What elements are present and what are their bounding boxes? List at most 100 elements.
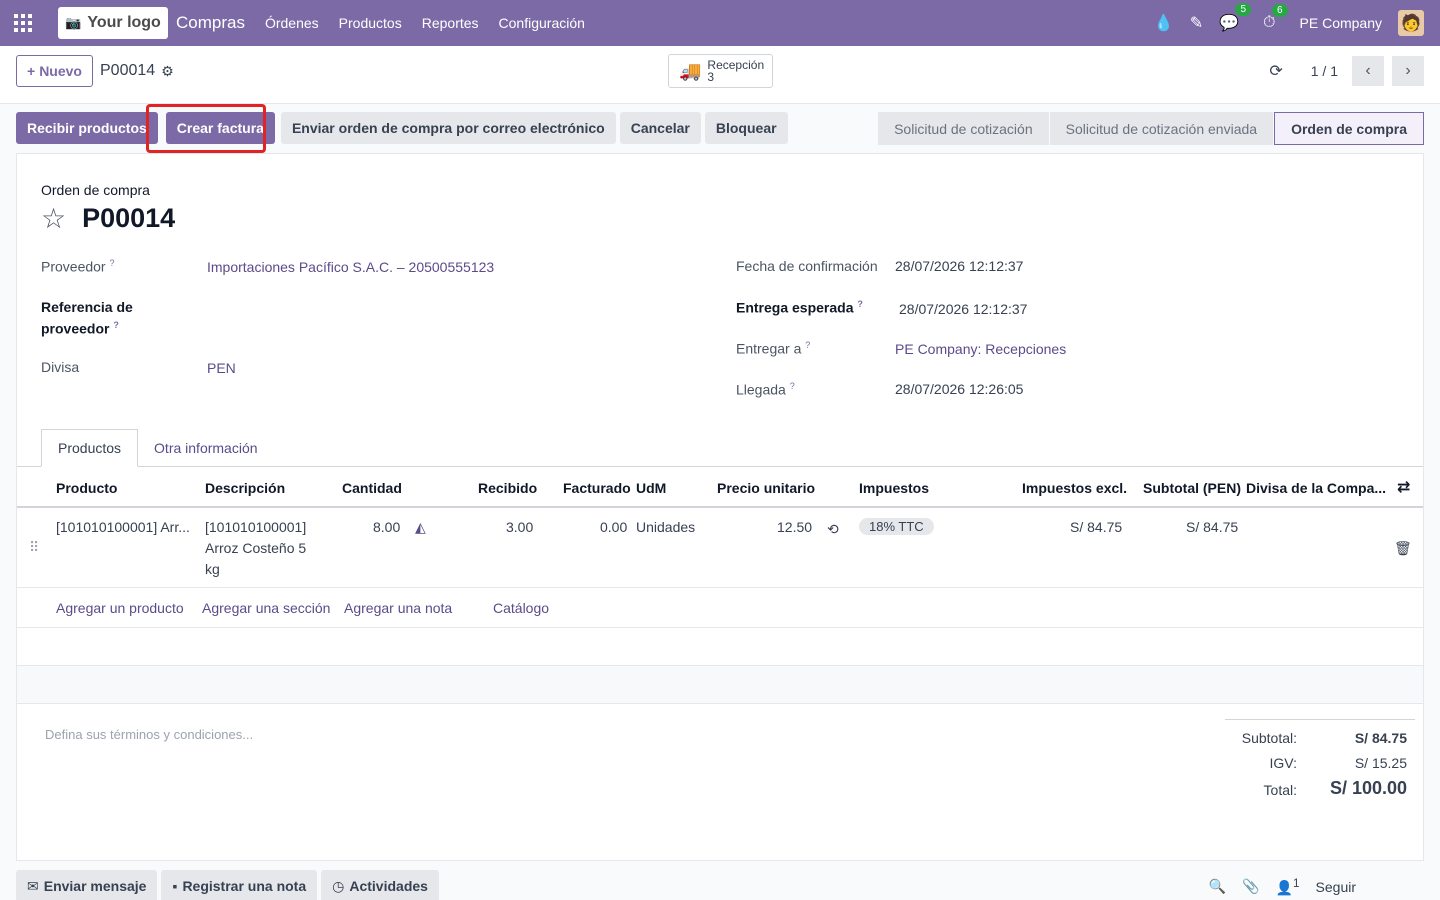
col-quantity[interactable]: Cantidad bbox=[342, 480, 402, 496]
help-icon[interactable]: ? bbox=[790, 381, 795, 391]
total-value: S/ 100.00 bbox=[1329, 778, 1407, 798]
confirm-date-field[interactable]: 28/07/2026 12:12:37 bbox=[895, 258, 1023, 274]
followers-count: 1 bbox=[1293, 877, 1300, 890]
cell-invoiced[interactable]: 0.00 bbox=[600, 517, 627, 538]
col-unit-price[interactable]: Precio unitario bbox=[717, 480, 815, 496]
cell-description-line2[interactable]: Arroz Costeño 5 bbox=[205, 538, 306, 559]
logo-text: Your logo bbox=[87, 14, 161, 31]
optional-columns-icon[interactable]: ⇄ bbox=[1397, 477, 1410, 497]
followers-icon[interactable]: 👤1 bbox=[1276, 877, 1300, 897]
col-product[interactable]: Producto bbox=[56, 480, 117, 496]
cell-received[interactable]: 3.00 bbox=[506, 517, 533, 538]
expected-date-field[interactable]: 28/07/2026 12:12:37 bbox=[899, 301, 1027, 317]
col-uom[interactable]: UdM bbox=[636, 480, 666, 496]
table-row[interactable]: ⠿ [101010100001] Arr... [101010100001] A… bbox=[17, 509, 1423, 588]
note-icon: ▪ bbox=[172, 878, 178, 894]
arrival-field[interactable]: 28/07/2026 12:26:05 bbox=[895, 381, 1023, 397]
menu-item-ordenes[interactable]: Órdenes bbox=[265, 15, 319, 31]
cell-uom[interactable]: Unidades bbox=[636, 517, 695, 538]
paperclip-icon[interactable]: 📎 bbox=[1242, 878, 1259, 895]
terms-input[interactable]: Defina sus términos y condiciones... bbox=[45, 727, 253, 742]
col-tax-excl[interactable]: Impuestos excl. bbox=[1022, 480, 1127, 496]
tab-products[interactable]: Productos bbox=[41, 429, 139, 467]
menu-item-configuracion[interactable]: Configuración bbox=[499, 15, 585, 31]
drag-handle-icon[interactable]: ⠿ bbox=[29, 537, 39, 558]
truck-icon: 🚚 bbox=[679, 60, 702, 81]
tab-other-info[interactable]: Otra información bbox=[138, 429, 273, 467]
lock-button[interactable]: Bloquear bbox=[704, 112, 788, 144]
cell-quantity[interactable]: 8.00 bbox=[373, 517, 400, 538]
vendor-ref-field[interactable] bbox=[207, 304, 687, 324]
receipt-count: 3 bbox=[707, 70, 715, 84]
receive-products-button[interactable]: Recibir productos bbox=[16, 112, 158, 144]
messages-icon[interactable]: 💬 5 bbox=[1219, 3, 1252, 33]
company-switcher[interactable]: PE Company bbox=[1300, 15, 1382, 31]
notebook-tabs: Productos Otra información bbox=[41, 429, 274, 467]
cell-description-line3[interactable]: kg bbox=[205, 559, 220, 580]
stage-purchase-order[interactable]: Orden de compra bbox=[1274, 112, 1424, 145]
receipt-label: Recepción bbox=[707, 58, 765, 72]
confirm-date-label: Fecha de confirmación bbox=[736, 258, 878, 274]
apps-menu-icon[interactable] bbox=[0, 0, 46, 46]
activities-label: Actividades bbox=[349, 878, 428, 894]
pager-previous-icon[interactable]: ‹ bbox=[1352, 56, 1384, 86]
pager-value[interactable]: 1 / 1 bbox=[1311, 63, 1338, 79]
log-note-button[interactable]: ▪ Registrar una nota bbox=[161, 870, 318, 900]
main-menu: Órdenes Productos Reportes Configuración bbox=[265, 15, 585, 31]
chatter-bar: ✉ Enviar mensaje ▪ Registrar una nota ◷ Act… bbox=[16, 870, 439, 900]
cancel-button[interactable]: Cancelar bbox=[619, 112, 701, 144]
new-button[interactable]: + Nuevo bbox=[16, 55, 93, 87]
col-company-currency[interactable]: Divisa de la Compa... bbox=[1246, 480, 1386, 496]
catalog-link[interactable]: Catálogo bbox=[493, 600, 549, 616]
igv-value: S/ 15.25 bbox=[1354, 755, 1407, 771]
document-type: Orden de compra bbox=[41, 182, 150, 198]
forecast-chart-icon[interactable]: ◭ bbox=[415, 517, 426, 538]
send-message-button[interactable]: ✉ Enviar mensaje bbox=[16, 870, 158, 900]
highlight-box bbox=[146, 104, 266, 153]
gear-icon[interactable]: ⚙ bbox=[161, 63, 174, 80]
star-icon[interactable]: ☆ bbox=[41, 202, 66, 235]
document-name: P00014 bbox=[82, 203, 176, 233]
col-subtotal[interactable]: Subtotal (PEN) bbox=[1143, 480, 1241, 496]
user-avatar[interactable]: 🧑 bbox=[1398, 10, 1424, 36]
activities-button[interactable]: ◷ Actividades bbox=[321, 870, 439, 900]
help-icon[interactable]: ? bbox=[109, 258, 114, 268]
refresh-icon[interactable]: ⟳ bbox=[1269, 61, 1282, 81]
col-received[interactable]: Recibido bbox=[478, 480, 537, 496]
record-name: P00014 bbox=[100, 62, 156, 79]
currency-field[interactable]: PEN bbox=[207, 360, 236, 376]
receipt-smart-button[interactable]: 🚚 Recepción 3 bbox=[668, 54, 773, 88]
cell-unit-price[interactable]: 12.50 bbox=[777, 517, 812, 538]
stage-rfq-sent[interactable]: Solicitud de cotización enviada bbox=[1049, 112, 1275, 145]
tax-tag[interactable]: 18% TTC bbox=[859, 518, 934, 535]
col-invoiced[interactable]: Facturado bbox=[563, 480, 631, 496]
add-note-link[interactable]: Agregar una nota bbox=[344, 600, 452, 616]
history-icon[interactable]: ⟲ bbox=[827, 519, 839, 540]
search-icon[interactable]: 🔍 bbox=[1209, 878, 1226, 895]
help-icon[interactable]: ? bbox=[857, 299, 863, 309]
app-name[interactable]: Compras bbox=[176, 13, 245, 33]
follow-button[interactable]: Seguir bbox=[1316, 879, 1356, 895]
edit-icon[interactable]: ✎ bbox=[1190, 13, 1203, 33]
camera-icon: 📷 bbox=[65, 15, 82, 30]
help-icon[interactable]: ? bbox=[805, 340, 810, 350]
activities-icon[interactable]: ⏱ 6 bbox=[1263, 4, 1288, 32]
menu-item-productos[interactable]: Productos bbox=[339, 15, 402, 31]
add-product-link[interactable]: Agregar un producto bbox=[56, 600, 184, 616]
help-icon[interactable]: ? bbox=[113, 320, 119, 330]
vendor-field[interactable]: Importaciones Pacífico S.A.C. – 20500555… bbox=[207, 259, 494, 275]
breadcrumb: P00014 ⚙ bbox=[100, 62, 174, 80]
col-description[interactable]: Descripción bbox=[205, 480, 285, 496]
send-email-button[interactable]: Enviar orden de compra por correo electr… bbox=[280, 112, 616, 144]
menu-item-reportes[interactable]: Reportes bbox=[422, 15, 479, 31]
pager-next-icon[interactable]: › bbox=[1392, 56, 1424, 86]
trash-icon[interactable]: 🗑 bbox=[1394, 538, 1412, 559]
deliver-to-field[interactable]: PE Company: Recepciones bbox=[895, 341, 1066, 357]
add-section-link[interactable]: Agregar una sección bbox=[202, 600, 330, 616]
cell-product[interactable]: [101010100001] Arr... bbox=[56, 517, 190, 538]
cell-description-line1[interactable]: [101010100001] bbox=[205, 517, 306, 538]
stage-rfq[interactable]: Solicitud de cotización bbox=[878, 112, 1050, 145]
company-logo[interactable]: 📷 Your logo bbox=[58, 7, 168, 39]
col-taxes[interactable]: Impuestos bbox=[859, 480, 929, 496]
drop-icon[interactable]: 💧 bbox=[1154, 13, 1174, 33]
